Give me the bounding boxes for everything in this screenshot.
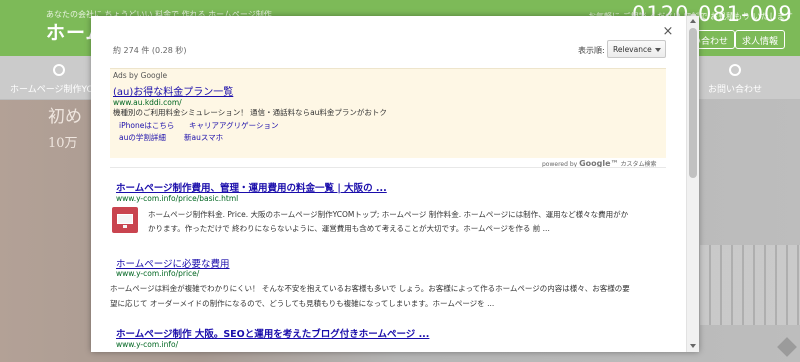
result-title-link[interactable]: ホームページ制作費用、管理・運用費用の料金一覧 | 大阪の ... (116, 180, 387, 194)
ad-sitelink[interactable]: キャリアアグリゲーション (189, 120, 278, 131)
hero-line-1: 初め (48, 107, 82, 127)
ad-block: Ads by Google (au)お得な料金プラン一覧 www.au.kddi… (110, 68, 666, 158)
nav-item-contact[interactable]: お問い合わせ (708, 82, 762, 95)
keyboard-image (700, 245, 800, 325)
result-url: www.y-com.info/ (116, 340, 179, 349)
result-snippet: かります。作っただけで 終わりにならないように、運営費用も含めて考えることが大切… (148, 224, 550, 233)
result-url: www.y-com.info/price/ (116, 269, 200, 278)
scroll-down-icon[interactable] (690, 344, 696, 348)
sort-select-value: Relevance (613, 45, 652, 54)
monitor-stand (123, 225, 127, 228)
result-title-link[interactable]: ホームページ制作 大阪。SEOと運用を考えたブログ付きホームページ ... (116, 326, 429, 340)
contact-icon (729, 64, 741, 76)
monitor-icon (117, 214, 133, 224)
hero-line-2: 10万 (48, 136, 78, 151)
result-stats: 約 274 件 (0.28 秒) (113, 46, 187, 55)
nav-item-production[interactable]: ホームページ制作YC (10, 82, 93, 95)
sort-label: 表示順: (578, 46, 605, 55)
scrollbar[interactable] (686, 16, 699, 352)
result-snippet: ホームページ制作料金. Price. 大阪のホームページ制作YCOMトップ; ホ… (148, 210, 629, 219)
sort-select[interactable]: Relevance (607, 40, 666, 58)
search-results-popup: × 約 274 件 (0.28 秒) 表示順: Relevance Ads by… (91, 16, 699, 352)
result-title-link[interactable]: ホームページに必要な費用 (116, 256, 230, 270)
close-icon[interactable]: × (661, 25, 675, 39)
result-url: www.y-com.info/price/basic.html (116, 194, 239, 203)
ad-title-link[interactable]: (au)お得な料金プラン一覧 (113, 83, 233, 98)
scroll-up-icon[interactable] (690, 19, 696, 23)
scrollbar-thumb[interactable] (689, 28, 697, 178)
result-snippet: 望に応じて オーダーメイドの制作になるので、どうしても見積もりも複雑になってしま… (110, 299, 495, 308)
result-snippet: ホームページは料金が複雑でわかりにくい！ そんな不安を抱えているお客様も多いで … (110, 284, 630, 293)
ad-sitelink[interactable]: auの学割詳細 (119, 132, 166, 143)
ad-sitelink[interactable]: iPhoneはこちら (119, 120, 174, 131)
divider (110, 167, 666, 168)
ad-sitelink[interactable]: 新auスマホ (184, 132, 223, 143)
recruit-button[interactable]: 求人情報 (735, 30, 786, 49)
chevron-down-icon (655, 48, 661, 52)
ad-description: 機種別のご利用料金シミュレーション！ 通信・通話料ならau料金プランがおトク (113, 108, 387, 117)
location-icon (53, 64, 65, 76)
result-thumbnail[interactable] (112, 207, 138, 233)
ad-url: www.au.kddi.com/ (113, 98, 182, 107)
ad-header: Ads by Google (113, 71, 168, 80)
